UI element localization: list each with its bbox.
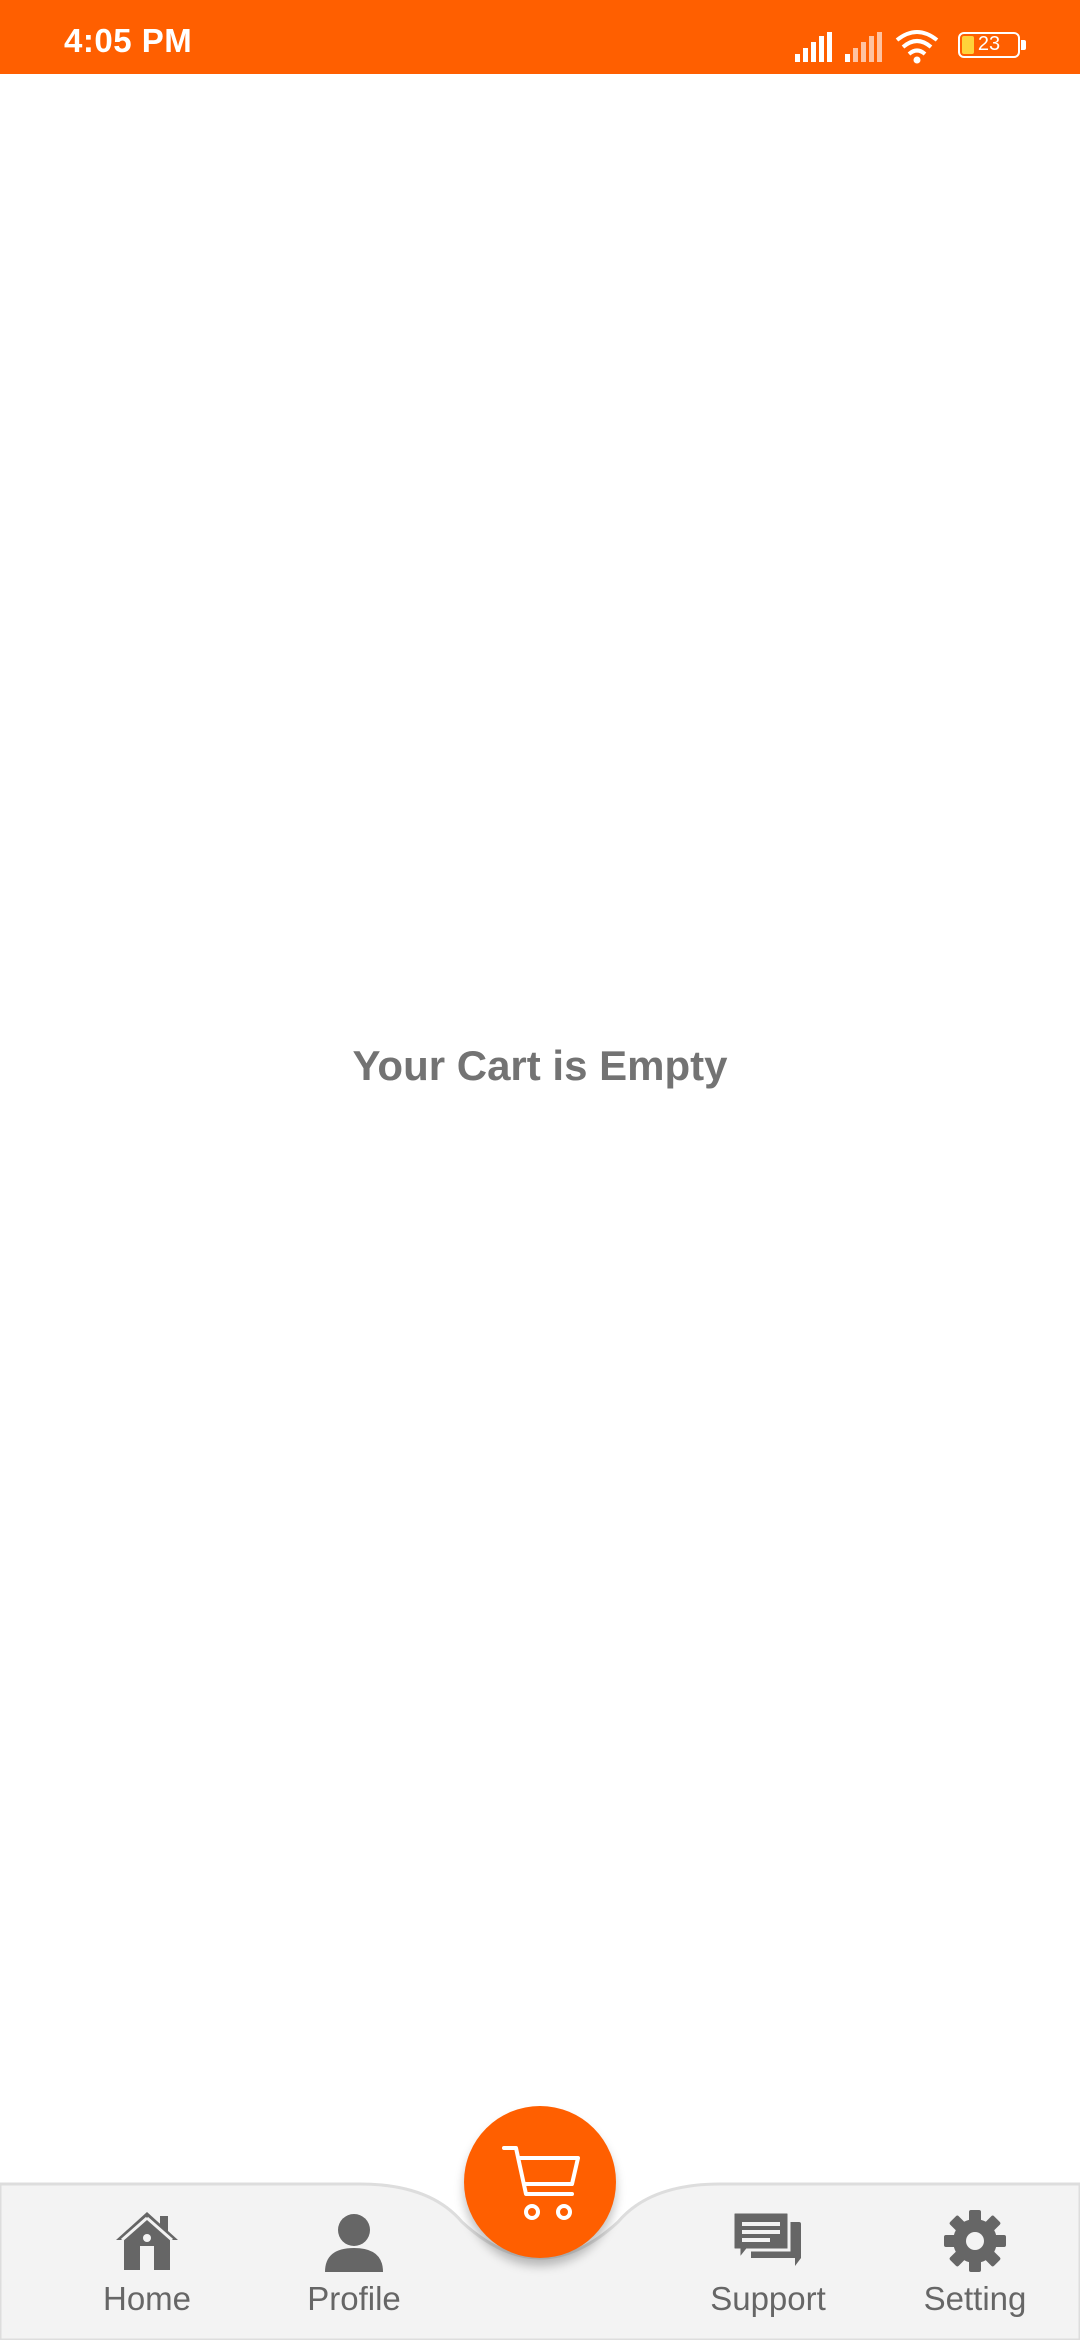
cart-button[interactable] [464, 2106, 616, 2258]
home-icon [116, 2212, 178, 2270]
nav-label-home: Home [102, 2280, 192, 2317]
battery-icon: 23 [958, 32, 1028, 62]
person-icon [325, 2214, 383, 2272]
gear-icon [944, 2210, 1006, 2272]
nav-item-setting[interactable]: Setting [895, 2208, 1055, 2318]
empty-cart-message: Your Cart is Empty [352, 1042, 728, 1089]
cart-icon [502, 2146, 580, 2220]
signal-icon [845, 32, 882, 62]
battery-level: 23 [977, 33, 1001, 55]
nav-item-support[interactable]: Support [688, 2208, 848, 2318]
nav-label-profile: Profile [307, 2280, 401, 2317]
chat-icon [733, 2210, 801, 2266]
nav-item-profile[interactable]: Profile [274, 2208, 434, 2318]
status-time: 4:05 PM [64, 22, 193, 59]
nav-label-support: Support [710, 2280, 826, 2317]
signal-icon [795, 32, 832, 62]
status-bar: 4:05 PM 23 [0, 0, 1080, 74]
wifi-icon [895, 30, 939, 64]
nav-item-home[interactable]: Home [67, 2208, 227, 2318]
screen: 4:05 PM 23 Your Cart is Empty Home Profi… [0, 0, 1080, 2340]
nav-label-setting: Setting [923, 2280, 1027, 2317]
